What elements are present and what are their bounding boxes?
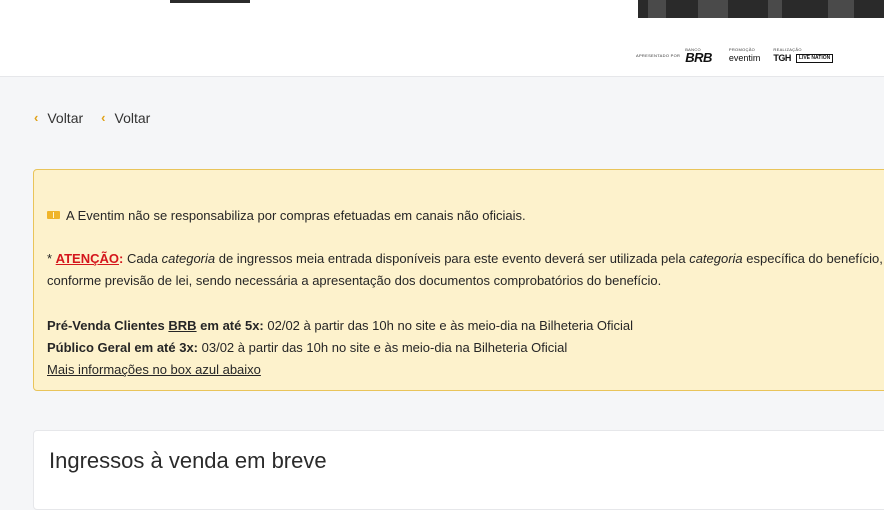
back-link-1[interactable]: ‹ Voltar [34,110,83,126]
tickets-card: Ingressos à venda em breve [33,430,884,510]
eventim-logo: eventim [728,53,761,63]
attention-label: ATENÇÃO [55,251,119,266]
notice-general-sale: Público Geral em até 3x: 03/02 à partir … [47,340,568,355]
chevron-left-icon: ‹ [101,110,106,125]
live-nation-logo: LIVE NATION [795,53,834,63]
tickets-title: Ingressos à venda em breve [49,448,327,473]
brb-logo: BRB [685,50,712,65]
presented-by-label: APRESENTADO POR [636,53,681,58]
banner-text-fragment [170,0,250,3]
notice-half-price: * ATENÇÃO: Cada categoria de ingressos m… [47,251,883,266]
brb-term: BRB [168,318,197,333]
purchase-notice: A Eventim não se responsabiliza por comp… [33,169,884,391]
notice-more-info: Mais informações no box azul abaixo [47,359,261,381]
sponsor-strip: APRESENTADO POR BANCO BRB PROMOÇÃO event… [636,42,841,64]
chevron-left-icon: ‹ [34,110,39,125]
event-banner: APRESENTADO POR BANCO BRB PROMOÇÃO event… [0,0,884,77]
notice-presale: Pré-Venda Clientes BRB em até 5x: 02/02 … [47,318,634,333]
back-label: Voltar [114,110,151,126]
back-navigation: ‹ Voltar ‹ Voltar [34,110,168,126]
more-info-link[interactable]: Mais informações no box azul abaixo [47,362,261,377]
notice-official-channels: A Eventim não se responsabiliza por comp… [47,205,526,227]
back-link-2[interactable]: ‹ Voltar [101,110,150,126]
tgh-logo: TGH [773,53,791,63]
event-artwork [638,0,884,18]
ticket-icon [47,211,60,219]
back-label: Voltar [47,110,84,126]
notice-documents: conforme previsão de lei, sendo necessár… [47,273,662,288]
